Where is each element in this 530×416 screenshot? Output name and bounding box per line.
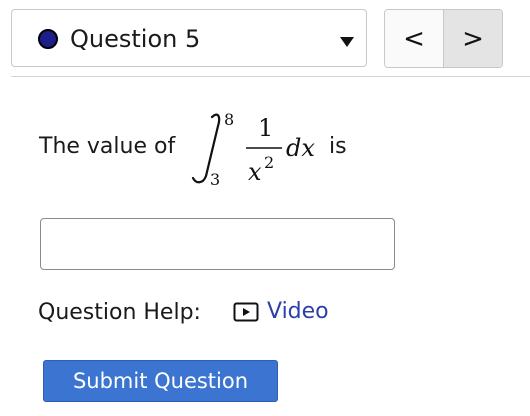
integral-lower-limit: 3 <box>210 170 220 189</box>
question-help-label: Question Help: <box>38 300 201 325</box>
fraction-denominator: x <box>248 158 262 186</box>
integral-expression: 8 3 1 x 2 dx <box>191 110 315 189</box>
submit-question-button[interactable]: Submit Question <box>43 360 278 402</box>
question-page: Question 5 < > The value of 8 3 1 x 2 dx… <box>0 0 530 416</box>
header-divider <box>11 76 530 77</box>
previous-question-button[interactable]: < <box>385 10 443 67</box>
question-nav-group: < > <box>384 9 503 68</box>
question-status-dot <box>38 29 58 49</box>
question-text-before: The value of <box>39 134 176 159</box>
next-question-button[interactable]: > <box>443 10 502 67</box>
caret-down-icon <box>340 37 354 47</box>
question-selector-dropdown[interactable]: Question 5 <box>11 9 367 67</box>
fraction-numerator: 1 <box>258 114 273 142</box>
chevron-right-icon: > <box>462 23 484 54</box>
fraction-denominator-exponent: 2 <box>264 153 274 172</box>
chevron-left-icon: < <box>403 23 425 54</box>
video-help-link[interactable]: Video <box>233 298 329 326</box>
question-selector-label: Question 5 <box>70 25 201 53</box>
video-link-label: Video <box>267 299 329 324</box>
integral-upper-limit: 8 <box>224 110 234 129</box>
question-text-after: is <box>329 134 347 159</box>
integral-differential: dx <box>286 134 315 162</box>
play-video-icon <box>233 302 259 322</box>
answer-input[interactable] <box>40 218 395 270</box>
